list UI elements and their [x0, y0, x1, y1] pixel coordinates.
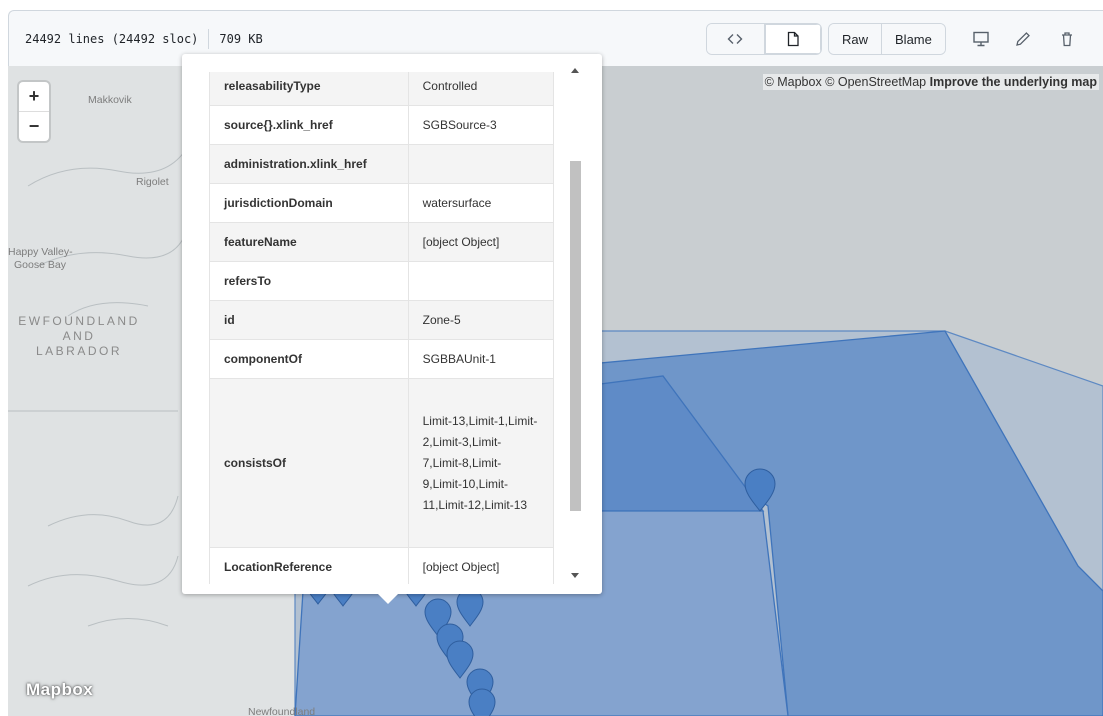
file-icon — [787, 31, 799, 47]
trash-icon — [1062, 32, 1072, 47]
place-makkovik: Makkovik — [88, 94, 132, 106]
attribution-text: © Mapbox © OpenStreetMap — [764, 75, 927, 89]
delete-button[interactable] — [1055, 27, 1079, 51]
edit-button[interactable] — [1011, 27, 1035, 51]
table-row: source{}.xlink_href SGBSource-3 — [209, 105, 554, 145]
property-value: SGBSource-3 — [407, 105, 554, 145]
property-value — [407, 144, 554, 184]
property-key: releasabilityType — [209, 72, 409, 106]
file-size: 709 KB — [219, 32, 263, 46]
file-info: 24492 lines (24492 sloc) 709 KB — [25, 29, 263, 49]
property-value: Zone-5 — [407, 300, 554, 340]
property-key: refersTo — [209, 261, 409, 301]
table-row: refersTo — [209, 261, 554, 301]
improve-map-link[interactable]: Improve the underlying map — [930, 75, 1097, 89]
display-button[interactable] — [969, 27, 993, 51]
property-value: watersurface — [407, 183, 554, 223]
property-value — [407, 261, 554, 301]
feature-popup: releasabilityType Controlled source{}.xli… — [182, 54, 602, 594]
property-key: LocationReference — [209, 547, 409, 584]
property-key: jurisdictionDomain — [209, 183, 409, 223]
table-row: id Zone-5 — [209, 300, 554, 340]
divider — [208, 29, 210, 49]
code-icon — [727, 34, 743, 44]
region-line-3: LABRADOR — [35, 344, 123, 358]
table-row: jurisdictionDomain watersurface — [209, 183, 554, 223]
region-label: EWFOUNDLAND AND LABRADOR — [8, 314, 150, 359]
pencil-icon — [1016, 32, 1030, 46]
table-row: releasabilityType Controlled — [209, 72, 554, 106]
table-row: LocationReference [object Object] — [209, 547, 554, 584]
region-line-1: EWFOUNDLAND — [18, 314, 140, 328]
popup-scrollbar[interactable] — [567, 64, 584, 582]
property-value: SGBBAUnit-1 — [407, 339, 554, 379]
blame-button[interactable]: Blame — [881, 24, 945, 54]
property-value: Limit-13,Limit-1,Limit-2,Limit-3,Limit-7… — [407, 378, 554, 548]
property-key: featureName — [209, 222, 409, 262]
table-row: administration.xlink_href — [209, 144, 554, 184]
scroll-down-icon[interactable] — [571, 573, 579, 578]
place-newfoundland: Newfoundland — [248, 706, 316, 716]
table-row: consistsOf Limit-13,Limit-1,Limit-2,Limit… — [209, 378, 554, 548]
property-value: [object Object] — [407, 547, 554, 584]
place-happy-valley: Happy Valley- — [8, 246, 73, 258]
preview-button[interactable] — [763, 24, 821, 54]
scroll-up-icon[interactable] — [571, 68, 579, 73]
scroll-thumb[interactable] — [570, 161, 581, 511]
popup-tip — [378, 594, 398, 604]
zoom-in-button[interactable]: + — [19, 82, 49, 111]
region-line-2: AND — [62, 329, 96, 343]
property-value: Controlled — [407, 72, 554, 106]
zoom-out-button[interactable]: − — [19, 111, 49, 141]
line-count: 24492 lines (24492 sloc) — [25, 32, 199, 46]
mapbox-logo[interactable]: Mapbox — [26, 680, 93, 700]
property-key: id — [209, 300, 409, 340]
place-goose-bay: Goose Bay — [14, 259, 66, 271]
code-view-button[interactable] — [707, 24, 764, 54]
property-key: source{}.xlink_href — [209, 105, 409, 145]
table-row: componentOf SGBBAUnit-1 — [209, 339, 554, 379]
property-value: [object Object] — [407, 222, 554, 262]
properties-table: releasabilityType Controlled source{}.xli… — [209, 72, 554, 584]
raw-button[interactable]: Raw — [829, 24, 882, 54]
map-attribution: © Mapbox © OpenStreetMap Improve the und… — [762, 74, 1099, 90]
zoom-control: + − — [19, 82, 49, 141]
view-toggle — [706, 23, 822, 55]
place-rigolet: Rigolet — [136, 176, 169, 188]
property-key: administration.xlink_href — [209, 144, 409, 184]
property-key: consistsOf — [209, 378, 409, 548]
table-row: featureName [object Object] — [209, 222, 554, 262]
popup-content[interactable]: releasabilityType Controlled source{}.xli… — [209, 72, 554, 584]
desktop-icon — [973, 31, 989, 47]
property-key: componentOf — [209, 339, 409, 379]
file-actions: Raw Blame — [828, 23, 946, 55]
